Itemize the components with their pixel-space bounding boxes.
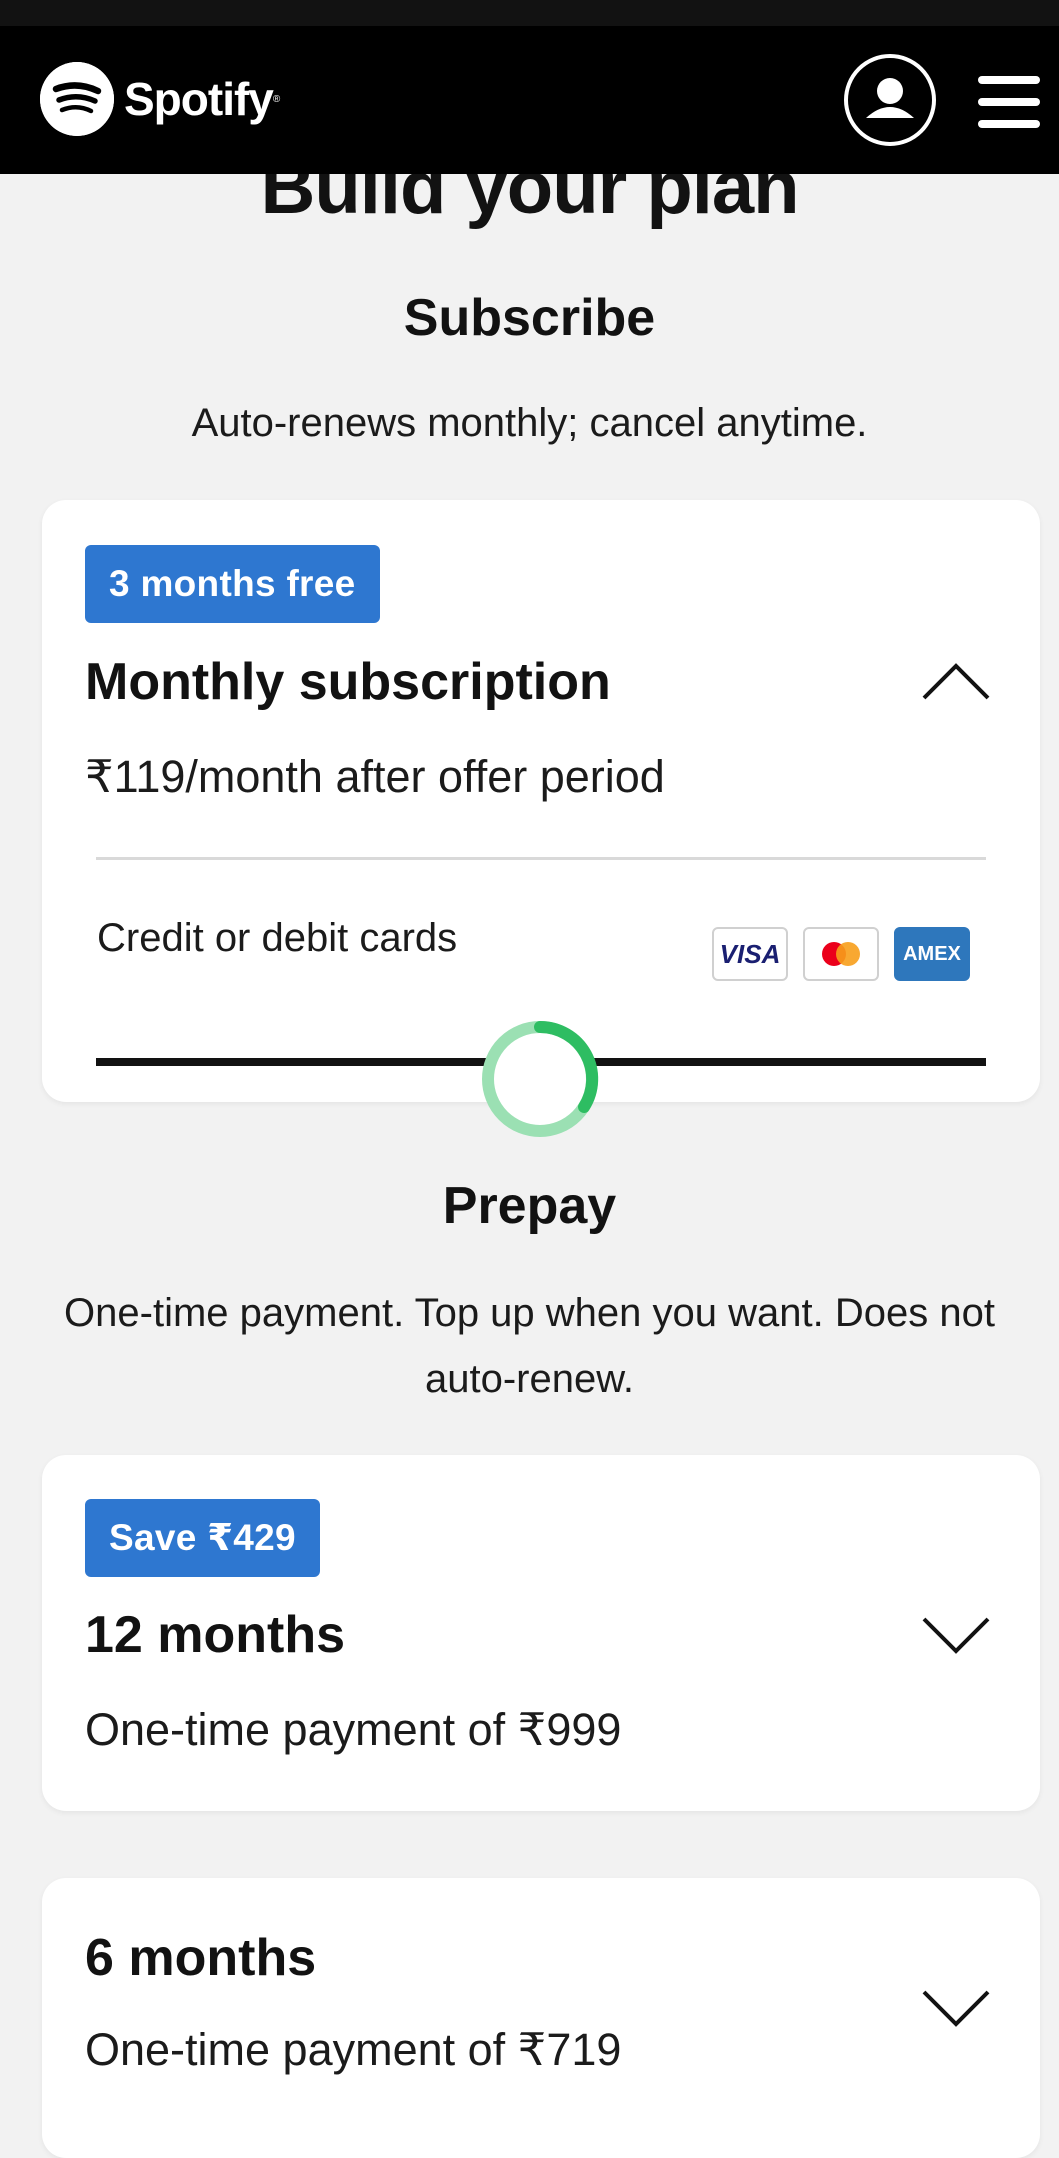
plan-price: ₹119/month after offer period <box>85 751 665 802</box>
user-account-icon <box>866 78 914 118</box>
divider <box>96 857 986 860</box>
mastercard-logo <box>803 927 879 981</box>
plan-price: One-time payment of ₹719 <box>85 2024 622 2075</box>
plan-price: One-time payment of ₹999 <box>85 1704 622 1755</box>
status-bar <box>0 0 1059 26</box>
brand-name: Spotify <box>124 73 274 125</box>
offer-badge: 3 months free <box>85 545 380 623</box>
loading-spinner-icon <box>482 1020 599 1137</box>
top-navigation-bar: Spotify ® <box>0 26 1059 174</box>
savings-badge: Save ₹429 <box>85 1499 320 1577</box>
menu-button[interactable] <box>978 76 1040 128</box>
spotify-logo-icon <box>40 62 114 136</box>
spotify-logo[interactable]: Spotify ® <box>40 62 280 136</box>
plan-title: 12 months <box>85 1606 346 1664</box>
prepay-12-months-card[interactable]: Save ₹429 12 months One-time payment of … <box>42 1455 1040 1811</box>
chevron-down-icon[interactable] <box>920 1615 992 1659</box>
visa-logo: VISA <box>712 927 788 981</box>
monthly-subscription-card[interactable]: 3 months free Monthly subscription ₹119/… <box>42 500 1040 1102</box>
amex-logo: AMEX <box>894 927 970 981</box>
registered-mark: ® <box>272 93 281 105</box>
plan-title: Monthly subscription <box>85 653 611 711</box>
prepay-subtitle: One-time payment. Top up when you want. … <box>64 1291 995 1401</box>
plan-title: 6 months <box>85 1929 317 1987</box>
account-button[interactable] <box>844 54 936 146</box>
chevron-down-icon[interactable] <box>920 1988 992 2032</box>
mastercard-icon <box>822 942 860 966</box>
payment-method-label: Credit or debit cards <box>97 916 458 960</box>
chevron-up-icon[interactable] <box>920 658 992 702</box>
hamburger-menu-icon <box>978 76 1040 128</box>
prepay-6-months-card[interactable]: 6 months One-time payment of ₹719 <box>42 1878 1040 2158</box>
subscribe-subtitle: Auto-renews monthly; cancel anytime. <box>191 401 868 445</box>
subscribe-heading: Subscribe <box>403 289 656 347</box>
prepay-heading: Prepay <box>442 1177 617 1235</box>
